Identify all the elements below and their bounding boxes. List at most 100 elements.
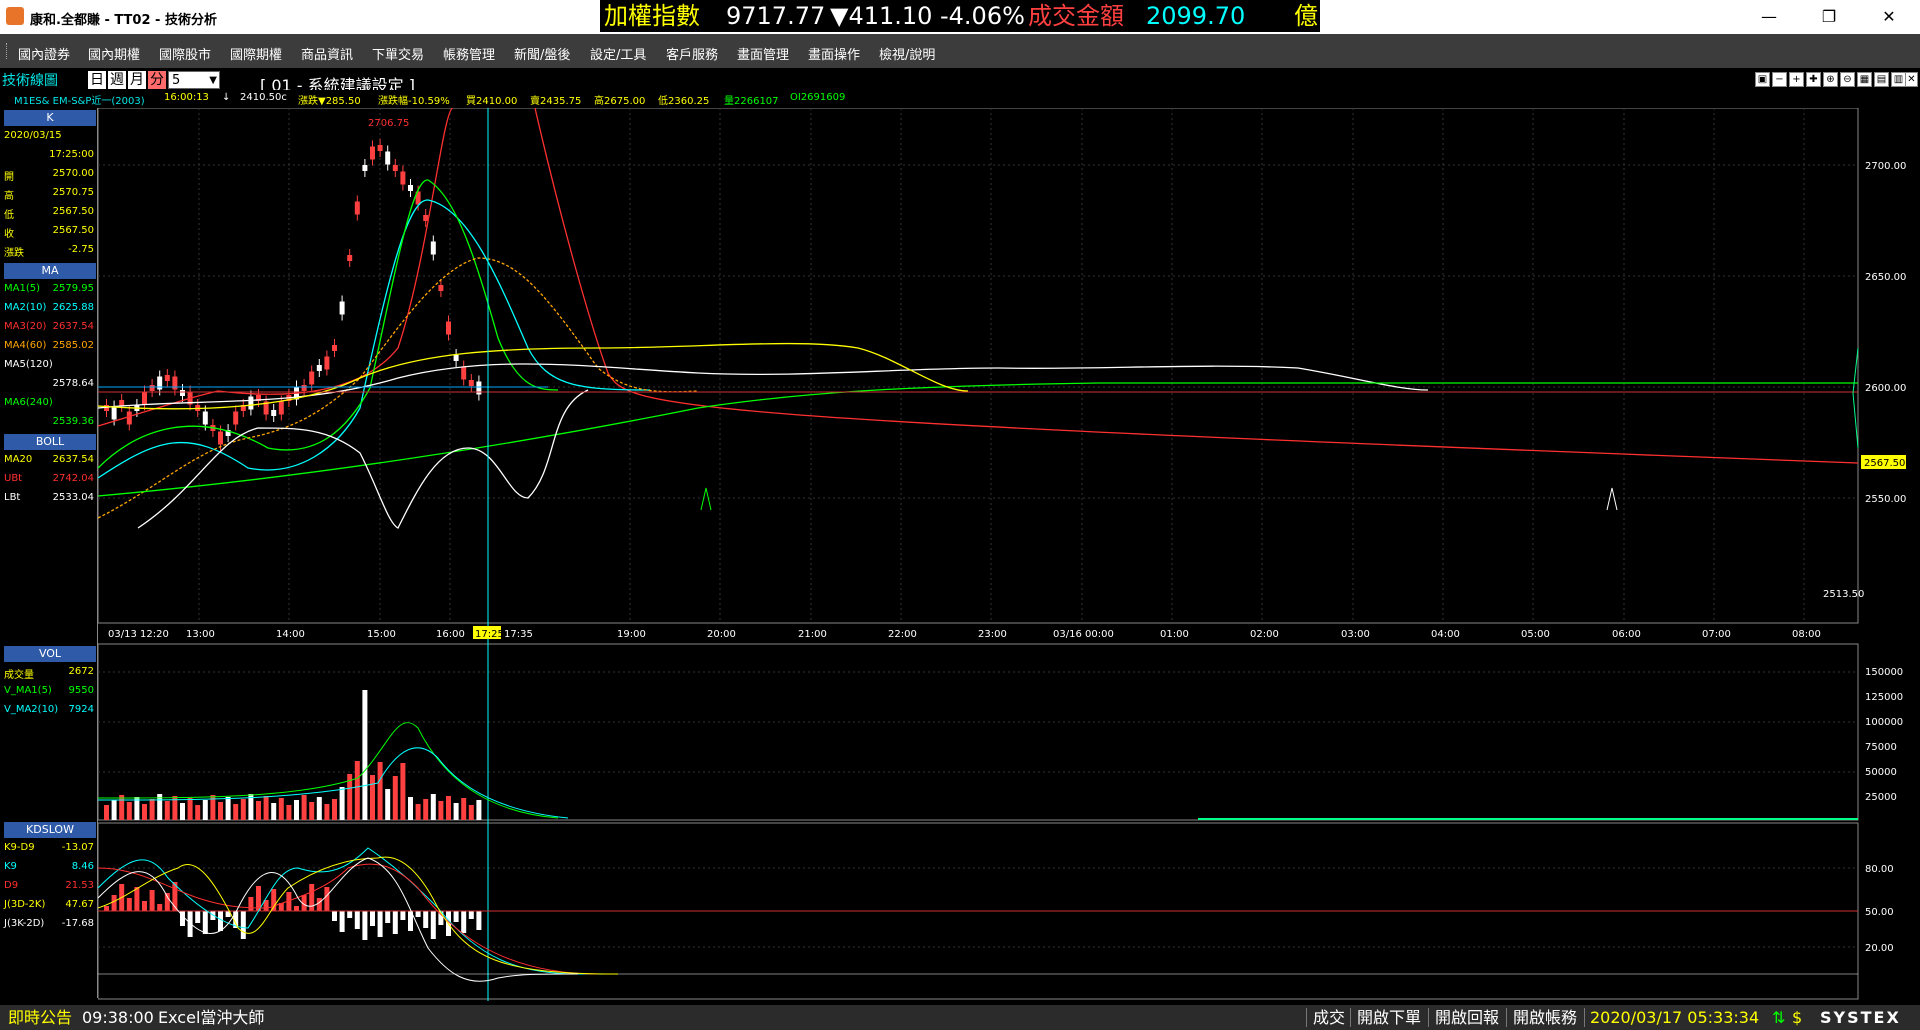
volume-bar [218, 802, 223, 820]
kd-tick: 50.00 [1865, 907, 1894, 918]
zoom-in-icon[interactable]: ⊕ [1823, 72, 1838, 87]
settings-icon[interactable]: ✕ [1905, 72, 1918, 87]
minimize-button[interactable]: — [1746, 0, 1792, 34]
volume-bar [408, 797, 413, 820]
open-report-button[interactable]: 開啟回報 [1435, 1005, 1499, 1030]
volume-bar [195, 805, 201, 820]
period-month-button[interactable]: 月 [128, 71, 146, 89]
volume-bar [362, 690, 368, 820]
kd-bar [453, 911, 459, 922]
quote-change-pct: 漲跌幅-10.59% [378, 96, 450, 107]
kd-bar [134, 887, 140, 911]
menu-view-help[interactable]: 檢視/說明 [879, 44, 935, 63]
period-day-button[interactable]: 日 [88, 71, 106, 89]
kd-bar [294, 906, 299, 911]
kd-bar [309, 884, 315, 911]
ma3-row: MA3(20) 2637.54 [4, 321, 94, 332]
ma-section-head[interactable]: MA [4, 263, 96, 279]
volume-bar [142, 804, 147, 820]
chevron-down-icon: ▼ [209, 75, 217, 86]
k-high: 高 2570.75 [4, 187, 94, 202]
menu-screen-ops[interactable]: 畫面操作 [808, 44, 860, 63]
ma5-line [98, 363, 1429, 409]
interval-select[interactable]: 5 ▼ [168, 71, 220, 89]
period-week-button[interactable]: 週 [108, 71, 126, 89]
announcement-message[interactable]: Excel當沖大師 [158, 1005, 264, 1030]
chart-area[interactable]: 2706.75 2513.50 2700.00 2650.00 2600.00 … [98, 108, 1920, 1001]
volume-bar [385, 789, 391, 820]
menu-grip-icon [6, 43, 9, 59]
time-tick: 16:00 [436, 629, 465, 640]
period-minute-button[interactable]: 分 [148, 71, 166, 89]
k-section-head[interactable]: K [4, 110, 96, 126]
time-tick: 21:00 [798, 629, 827, 640]
j2-row: J(3K-2D) -17.68 [4, 918, 94, 929]
quote-oi: OI2691609 [790, 92, 846, 103]
quote-time: 16:00:13 [164, 92, 209, 103]
menu-intl-futures[interactable]: 國際期權 [230, 44, 282, 63]
time-tick: 05:00 [1521, 629, 1550, 640]
ticker-pct: -4.06% [940, 2, 1025, 30]
ticker-unit: 億 [1294, 2, 1318, 30]
announcement-time: 09:38:00 [82, 1008, 154, 1027]
menu-intl-stocks[interactable]: 國際股市 [159, 44, 211, 63]
kd-bar [362, 911, 368, 940]
menu-order-trading[interactable]: 下單交易 [372, 44, 424, 63]
ma6-label: MA6(240) [4, 397, 53, 408]
boll-ma20-row: MA20 2637.54 [4, 454, 94, 465]
kd-bar [354, 911, 360, 929]
cross-icon[interactable]: ✚ [1806, 72, 1821, 87]
volume-bar [415, 804, 421, 820]
plus-icon[interactable]: + [1789, 72, 1804, 87]
ma6-value: 2539.36 [52, 416, 94, 427]
kd-bar [157, 904, 163, 911]
volume-bars [104, 690, 482, 820]
ma4-row: MA4(60) 2585.02 [4, 340, 94, 351]
time-tick: 07:00 [1702, 629, 1731, 640]
time-tick: 06:00 [1612, 629, 1641, 640]
menu-news[interactable]: 新聞/盤後 [514, 44, 570, 63]
kd-bar [248, 897, 254, 911]
vol-tick: 125000 [1865, 692, 1903, 703]
kd-bar [347, 911, 353, 918]
menu-settings-tools[interactable]: 設定/工具 [590, 44, 646, 63]
boll-lbt-row: LBt 2533.04 [4, 492, 94, 503]
kd-bar [332, 911, 337, 921]
vma1-row: V_MA1(5) 9550 [4, 685, 94, 696]
time-tick: 01:00 [1160, 629, 1189, 640]
kd-bar [240, 911, 246, 939]
signal-icon: ⇅ [1772, 1008, 1786, 1027]
vol-tick: 75000 [1865, 742, 1897, 753]
status-separator [1428, 1008, 1429, 1027]
close-button[interactable]: ✕ [1866, 0, 1912, 34]
time-tick: 19:00 [617, 629, 646, 640]
image-icon[interactable]: ▦ [1857, 72, 1872, 87]
title-bar: 康和.全都賺 - TT02 - 技術分析 加權指數 9717.77 ▼411.1… [0, 0, 1920, 34]
menu-account-mgmt[interactable]: 帳務管理 [443, 44, 495, 63]
zoom-out-icon[interactable]: ⊖ [1840, 72, 1855, 87]
print-icon[interactable]: ▥ [1891, 72, 1906, 87]
menu-screen-mgmt[interactable]: 畫面管理 [737, 44, 789, 63]
kd-bar [142, 901, 147, 911]
boll-section-head[interactable]: BOLL [4, 434, 96, 450]
restore-icon[interactable]: ▣ [1755, 72, 1770, 87]
status-trade-button[interactable]: 成交 [1313, 1005, 1345, 1030]
kd-bar [126, 898, 132, 911]
minus-icon[interactable]: − [1772, 72, 1787, 87]
maximize-button[interactable]: ❐ [1806, 0, 1852, 34]
announcement-label[interactable]: 即時公告 [8, 1005, 72, 1030]
menu-domestic-futures[interactable]: 國內期權 [88, 44, 140, 63]
open-account-button[interactable]: 開啟帳務 [1513, 1005, 1577, 1030]
status-datetime: 2020/03/17 05:33:34 [1590, 1008, 1760, 1027]
kd-section-head[interactable]: KDSLOW [4, 822, 96, 838]
menu-customer-service[interactable]: 客戶服務 [666, 44, 718, 63]
open-order-button[interactable]: 開啟下單 [1357, 1005, 1421, 1030]
status-separator [1584, 1008, 1585, 1027]
volume-axis: 150000 125000 100000 75000 50000 25000 [1865, 667, 1903, 803]
menu-domestic-securities[interactable]: 國內證券 [18, 44, 70, 63]
ticker-volume-label: 成交金額 [1028, 2, 1124, 30]
vol-section-head[interactable]: VOL [4, 646, 96, 662]
time-tick: 08:00 [1792, 629, 1821, 640]
menu-product-info[interactable]: 商品資訊 [301, 44, 353, 63]
save-icon[interactable]: ▤ [1874, 72, 1889, 87]
